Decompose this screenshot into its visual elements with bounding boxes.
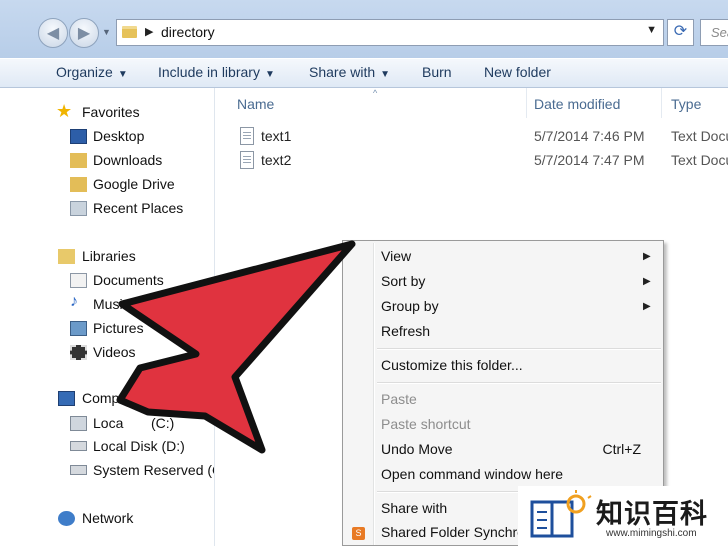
watermark-url: www.mimingshi.com [606, 528, 697, 539]
red-arrow-overlay [116, 240, 356, 454]
red-arrow-icon [116, 240, 356, 454]
book-lightbulb-logo-icon [530, 490, 592, 538]
watermark: 知识百科 www.mimingshi.com [518, 486, 728, 546]
watermark-brand: 知识百科 [596, 499, 708, 530]
